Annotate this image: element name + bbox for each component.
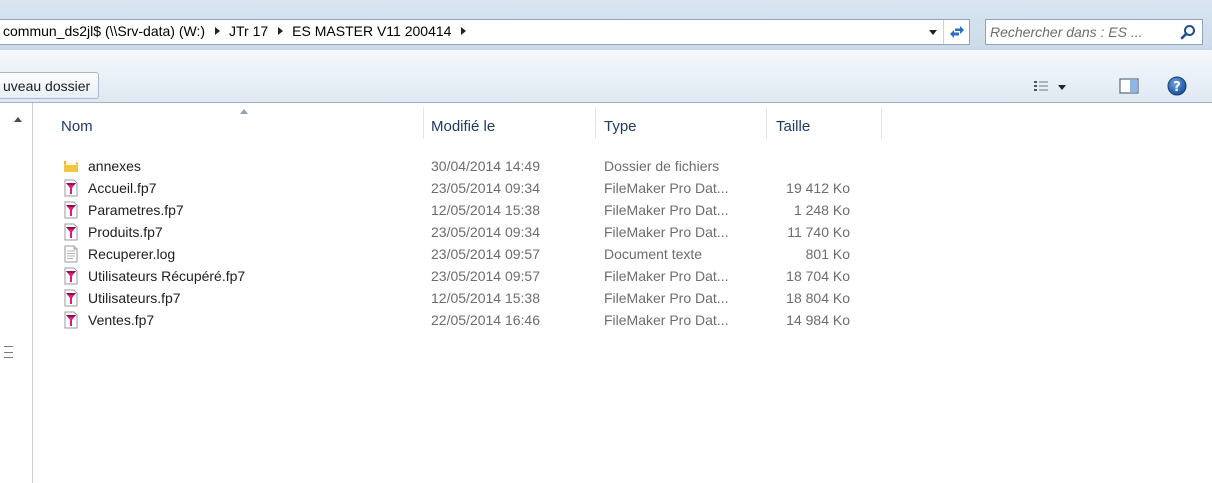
file-size: 11 740 Ko <box>787 224 850 240</box>
sort-ascending-icon <box>240 109 248 114</box>
file-type: Dossier de fichiers <box>604 158 720 174</box>
refresh-button[interactable] <box>943 20 970 44</box>
column-header-size[interactable]: Taille <box>767 103 881 147</box>
file-type: FileMaker Pro Dat... <box>604 312 729 328</box>
file-size: 18 804 Ko <box>786 290 850 306</box>
filemaker-file-icon <box>64 223 78 241</box>
list-item[interactable]: Produits.fp7 23/05/2014 09:34 FileMaker … <box>33 221 1212 243</box>
file-type: Document texte <box>604 246 703 262</box>
list-item[interactable]: annexes 30/04/2014 14:49 Dossier de fich… <box>33 155 1212 177</box>
new-folder-button[interactable]: uveau dossier <box>0 72 100 99</box>
preview-pane-icon <box>1119 78 1139 94</box>
help-icon: ? <box>1167 76 1187 96</box>
column-header-size-label: Taille <box>776 118 811 135</box>
column-header-name[interactable]: Nom <box>33 103 423 147</box>
file-name: Utilisateurs Récupéré.fp7 <box>88 268 246 284</box>
text-document-icon <box>64 245 78 263</box>
file-modified: 22/05/2014 16:46 <box>431 312 540 328</box>
search-box[interactable] <box>985 19 1203 45</box>
file-modified: 23/05/2014 09:34 <box>431 224 540 240</box>
file-name: annexes <box>88 158 141 174</box>
list-item[interactable]: Ventes.fp7 22/05/2014 16:46 FileMaker Pr… <box>33 309 1212 331</box>
filemaker-file-icon <box>64 267 78 285</box>
file-name: Parametres.fp7 <box>88 202 184 218</box>
file-type: FileMaker Pro Dat... <box>604 202 729 218</box>
breadcrumb-folder-jtr17[interactable]: JTr 17 <box>229 23 268 39</box>
filemaker-file-icon <box>64 179 78 197</box>
file-name: Ventes.fp7 <box>88 312 155 328</box>
search-icon <box>1180 25 1195 40</box>
preview-pane-button[interactable] <box>1118 75 1140 97</box>
address-bar[interactable]: commun_ds2jl$ (\\Srv-data) (W:) JTr 17 E… <box>0 19 970 45</box>
list-item[interactable]: Utilisateurs Récupéré.fp7 23/05/2014 09:… <box>33 265 1212 287</box>
list-item[interactable]: Accueil.fp7 23/05/2014 09:34 FileMaker P… <box>33 177 1212 199</box>
file-modified: 23/05/2014 09:57 <box>431 268 540 284</box>
svg-text:?: ? <box>1173 80 1181 95</box>
column-header-name-label: Nom <box>61 118 93 135</box>
file-modified: 23/05/2014 09:34 <box>431 180 540 196</box>
search-button[interactable] <box>1177 22 1199 42</box>
file-name: Accueil.fp7 <box>88 180 157 196</box>
file-type: FileMaker Pro Dat... <box>604 224 729 240</box>
file-type: FileMaker Pro Dat... <box>604 268 729 284</box>
list-item[interactable]: Utilisateurs.fp7 12/05/2014 15:38 FileMa… <box>33 287 1212 309</box>
file-size: 14 984 Ko <box>786 312 850 328</box>
file-type: FileMaker Pro Dat... <box>604 180 729 196</box>
breadcrumb-arrow-icon[interactable] <box>461 27 467 35</box>
help-button[interactable]: ? <box>1166 75 1188 97</box>
filemaker-file-icon <box>64 311 78 329</box>
search-input[interactable] <box>990 22 1170 42</box>
file-size: 19 412 Ko <box>786 180 850 196</box>
file-modified: 12/05/2014 15:38 <box>431 290 540 306</box>
file-size: 18 704 Ko <box>786 268 850 284</box>
details-view-icon <box>1034 81 1048 91</box>
column-header-type[interactable]: Type <box>596 103 766 147</box>
chevron-down-icon <box>1058 84 1066 90</box>
folder-icon <box>64 160 78 172</box>
file-list: Nom Modifié le Type Taille annexes 30/04… <box>33 103 1212 483</box>
list-item[interactable]: Parametres.fp7 12/05/2014 15:38 FileMake… <box>33 199 1212 221</box>
file-modified: 30/04/2014 14:49 <box>431 158 540 174</box>
list-item[interactable]: Recuperer.log 23/05/2014 09:57 Document … <box>33 243 1212 265</box>
file-name: Produits.fp7 <box>88 224 163 240</box>
file-modified: 23/05/2014 09:57 <box>431 246 540 262</box>
breadcrumb: commun_ds2jl$ (\\Srv-data) (W:) JTr 17 E… <box>3 23 475 39</box>
address-bar-row: commun_ds2jl$ (\\Srv-data) (W:) JTr 17 E… <box>0 0 1212 50</box>
address-history-dropdown[interactable] <box>923 20 943 44</box>
file-name: Utilisateurs.fp7 <box>88 290 181 306</box>
change-view-button[interactable] <box>1033 77 1077 97</box>
column-header-type-label: Type <box>604 118 637 135</box>
file-size: 1 248 Ko <box>793 202 850 218</box>
navigation-pane[interactable] <box>0 103 33 483</box>
file-modified: 12/05/2014 15:38 <box>431 202 540 218</box>
filemaker-file-icon <box>64 201 78 219</box>
column-header-modified-label: Modifié le <box>431 118 496 135</box>
scrollbar-grip-icon[interactable] <box>4 346 13 358</box>
breadcrumb-drive[interactable]: commun_ds2jl$ (\\Srv-data) (W:) <box>3 23 205 39</box>
breadcrumb-arrow-icon[interactable] <box>215 27 221 35</box>
breadcrumb-folder-es-master[interactable]: ES MASTER V11 200414 <box>292 23 451 39</box>
file-size: 801 Ko <box>805 246 850 262</box>
breadcrumb-arrow-icon[interactable] <box>278 27 284 35</box>
filemaker-file-icon <box>64 289 78 307</box>
column-header-modified[interactable]: Modifié le <box>424 103 595 147</box>
column-divider[interactable] <box>881 107 882 139</box>
command-bar: uveau dossier ? <box>0 50 1212 103</box>
scroll-up-arrow-icon[interactable] <box>14 117 22 122</box>
file-name: Recuperer.log <box>88 246 176 262</box>
new-folder-label: uveau dossier <box>3 77 91 94</box>
chevron-down-icon <box>929 29 937 35</box>
file-type: FileMaker Pro Dat... <box>604 290 729 306</box>
refresh-icon <box>950 26 964 38</box>
